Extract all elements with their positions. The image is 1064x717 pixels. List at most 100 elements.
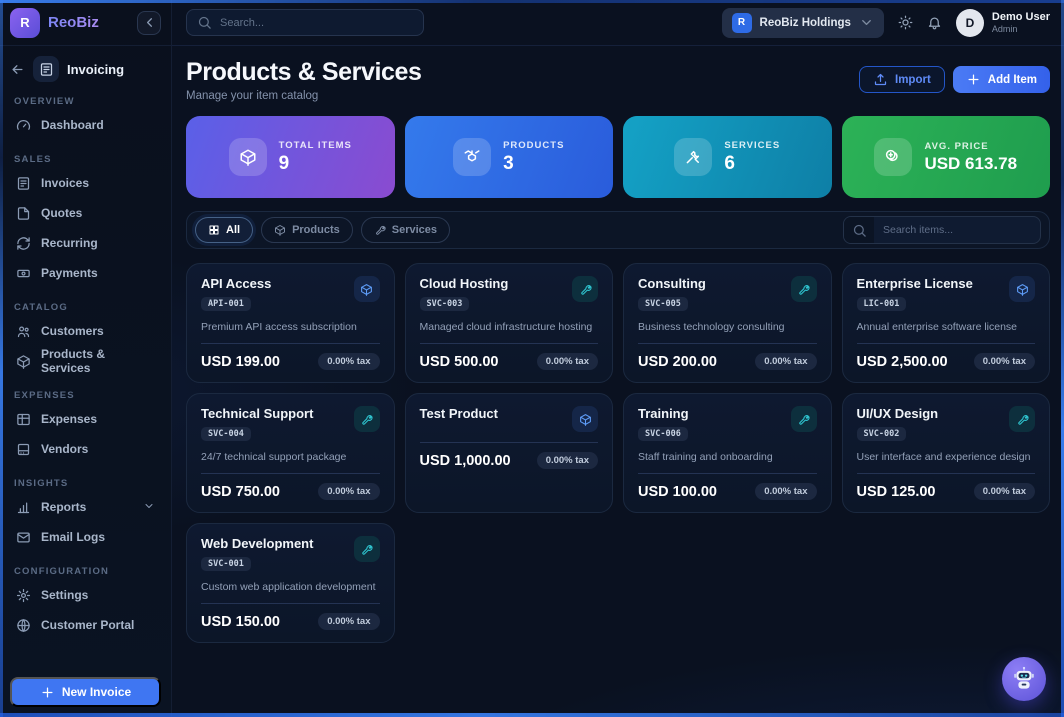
filter-tab-label: Products [292,224,340,236]
page-content: Products & Services Manage your item cat… [172,46,1064,717]
plus-icon [966,72,981,87]
add-item-button[interactable]: Add Item [953,66,1050,93]
user-menu[interactable]: D Demo User Admin [956,9,1050,37]
item-card-technical-support[interactable]: Technical Support SVC-004 24/7 technical… [186,393,395,513]
stat-card-avg-price: AVG. PRICE USD 613.78 [842,116,1051,198]
item-name: API Access [201,276,271,291]
boxes-icon [463,148,481,166]
gauge-icon [16,118,31,133]
sidebar-section-title: CONFIGURATION [14,566,157,577]
company-name: ReoBiz Holdings [760,17,851,29]
item-search[interactable] [843,216,1041,244]
sidebar-item-recurring[interactable]: Recurring [8,228,163,258]
wrench-icon [797,283,810,296]
item-type-chip [791,276,817,302]
item-tax-badge: 0.00% tax [755,483,816,500]
item-card-enterprise-license[interactable]: Enterprise License LIC-001 Annual enterp… [842,263,1051,383]
sidebar: R ReoBiz Invoicing OVERVIEWDashboardSALE… [0,0,172,717]
sidebar-item-vendors[interactable]: Vendors [8,434,163,464]
item-price: USD 200.00 [638,354,717,370]
user-role: Admin [992,24,1050,34]
sidebar-item-expenses[interactable]: Expenses [8,404,163,434]
import-label: Import [895,74,931,86]
stat-value: 3 [503,153,564,175]
avatar: D [956,9,984,37]
theme-toggle-button[interactable] [898,15,913,30]
item-type-chip [354,536,380,562]
sidebar-item-dashboard[interactable]: Dashboard [8,110,163,140]
sidebar-section-title: SALES [14,154,157,165]
sidebar-item-settings[interactable]: Settings [8,580,163,610]
upload-icon [873,72,888,87]
table-icon [16,412,31,427]
chatbot-button[interactable] [1002,657,1046,701]
filter-tab-all[interactable]: All [195,217,253,243]
item-divider [857,473,1036,474]
box-icon [16,354,31,369]
filter-tab-products[interactable]: Products [261,217,353,243]
stat-value: 9 [279,153,352,175]
search-icon [852,223,867,238]
item-code-badge: SVC-004 [201,427,251,441]
item-card-training[interactable]: Training SVC-006 Staff training and onbo… [623,393,832,513]
company-selector[interactable]: R ReoBiz Holdings [722,8,884,38]
sidebar-item-payments[interactable]: Payments [8,258,163,288]
quote-icon [16,206,31,221]
sidebar-item-reports[interactable]: Reports [8,492,163,522]
arrow-left-icon[interactable] [10,62,25,77]
item-divider [420,343,599,344]
box-icon [239,148,257,166]
item-card-consulting[interactable]: Consulting SVC-005 Business technology c… [623,263,832,383]
filter-tab-services[interactable]: Services [361,217,450,243]
item-divider [201,473,380,474]
sidebar-section-title: OVERVIEW [14,96,157,107]
module-switcher[interactable]: Invoicing [8,56,163,82]
global-search[interactable] [186,9,424,36]
topbar: R ReoBiz Holdings D Demo User Admin [172,0,1064,46]
item-name: Training [638,406,689,421]
box-icon [274,224,286,236]
sidebar-collapse-button[interactable] [137,11,161,35]
bell-icon [927,15,942,30]
item-search-input[interactable] [874,217,1040,243]
item-divider [201,343,380,344]
item-type-chip [572,406,598,432]
item-card-api-access[interactable]: API Access API-001 Premium API access su… [186,263,395,383]
item-divider [857,343,1036,344]
stat-value: USD 613.78 [924,154,1017,174]
sidebar-item-label: Vendors [41,442,88,456]
sidebar-item-customer-portal[interactable]: Customer Portal [8,610,163,640]
wrench-icon [579,283,592,296]
sidebar-item-label: Quotes [41,206,82,220]
sidebar-nav: OVERVIEW Dashboard SALES Invoices Quotes Recu… [0,82,171,667]
new-invoice-label: New Invoice [62,685,131,699]
item-divider [638,343,817,344]
sidebar-item-customers[interactable]: Customers [8,316,163,346]
filter-tab-label: All [226,224,240,236]
notifications-button[interactable] [927,15,942,30]
item-description: Premium API access subscription [201,321,380,333]
grid-icon [208,224,220,236]
new-invoice-button[interactable]: New Invoice [10,677,161,707]
item-card-cloud-hosting[interactable]: Cloud Hosting SVC-003 Managed cloud infr… [405,263,614,383]
item-card-test-product[interactable]: Test Product USD 1,000.00 0.00% tax [405,393,614,513]
filter-bar: All Products Services [186,211,1050,249]
sidebar-item-email-logs[interactable]: Email Logs [8,522,163,552]
sidebar-item-quotes[interactable]: Quotes [8,198,163,228]
wrench-icon [360,413,373,426]
item-card-ui-ux-design[interactable]: UI/UX Design SVC-002 User interface and … [842,393,1051,513]
global-search-input[interactable] [220,17,413,29]
stat-card-products: PRODUCTS 3 [405,116,614,198]
sidebar-item-products-and-services[interactable]: Products & Services [8,346,163,376]
robot-icon [1010,665,1038,693]
sidebar-item-label: Invoices [41,176,89,190]
sidebar-item-invoices[interactable]: Invoices [8,168,163,198]
item-card-web-development[interactable]: Web Development SVC-001 Custom web appli… [186,523,395,643]
item-code-badge: SVC-003 [420,297,470,311]
import-button[interactable]: Import [859,66,945,93]
gear-icon [16,588,31,603]
filter-tabs: All Products Services [195,217,450,243]
brand-logo: R [10,8,40,38]
sidebar-section-title: INSIGHTS [14,478,157,489]
payments-icon [16,266,31,281]
